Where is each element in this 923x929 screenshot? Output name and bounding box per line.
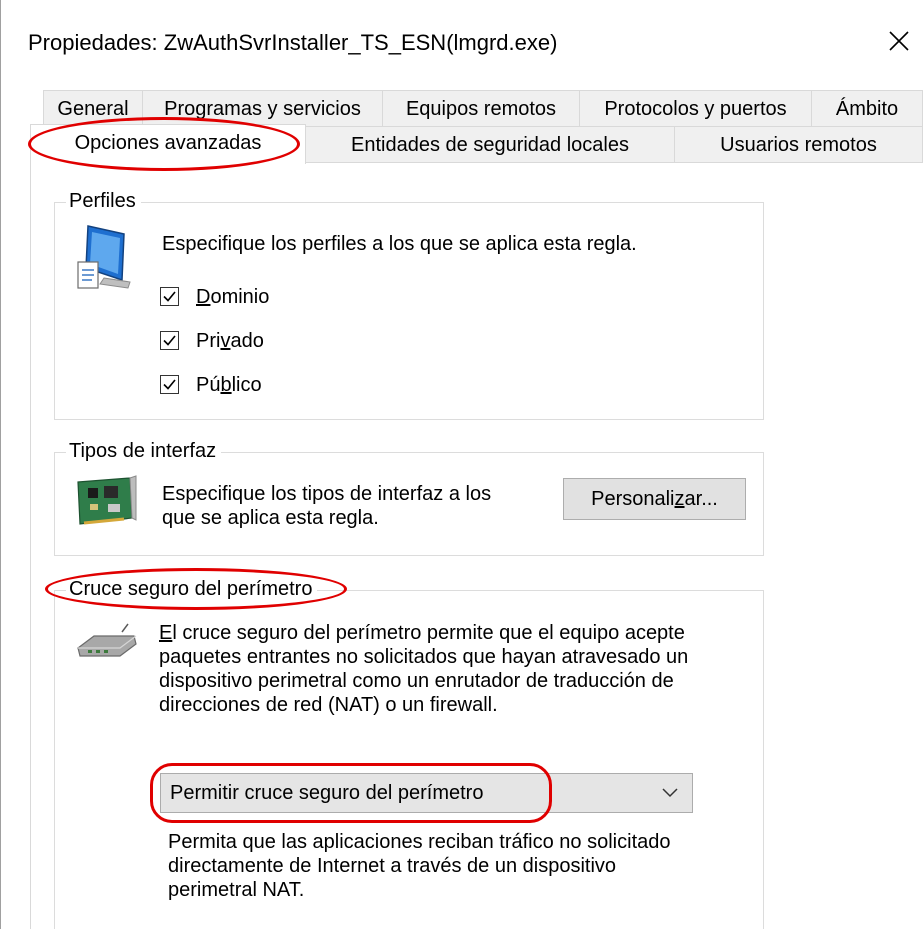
interface-description-line2: que se aplica esta regla.: [162, 507, 379, 529]
private-checkbox[interactable]: [160, 331, 179, 350]
close-button[interactable]: [880, 18, 920, 58]
edge-traversal-selected-value: Permitir cruce seguro del perímetro: [170, 782, 484, 804]
interface-description-line1: Especifique los tipos de interfaz a los: [162, 483, 492, 505]
checkmark-icon: [163, 379, 176, 390]
edge-description-line3: dispositivo perimetral como un enrutador…: [159, 670, 674, 692]
profiles-icon: [77, 225, 131, 289]
profiles-description: Especifique los perfiles a los que se ap…: [162, 233, 637, 255]
window-border: [0, 0, 1, 929]
tab-protocols-ports[interactable]: Protocolos y puertos: [579, 90, 812, 126]
tab-programs-services[interactable]: Programas y servicios: [142, 90, 383, 126]
customize-button[interactable]: Personalizar...: [563, 478, 746, 520]
tab-remote-computers[interactable]: Equipos remotos: [382, 90, 580, 126]
edge-help-line2: directamente de Internet a través de un …: [168, 855, 617, 877]
domain-checkbox[interactable]: [160, 287, 179, 306]
profiles-group-label: Perfiles: [66, 190, 141, 213]
edge-help-line3: perimetral NAT.: [168, 879, 305, 901]
tab-general[interactable]: General: [43, 90, 143, 126]
edge-description-line4: direcciones de red (NAT) o un firewall.: [159, 694, 498, 716]
edge-traversal-group-label: Cruce seguro del perímetro: [66, 578, 318, 601]
close-icon: [889, 31, 909, 51]
edge-traversal-select[interactable]: Permitir cruce seguro del perímetro: [160, 773, 693, 813]
edge-description-line1: El cruce seguro del perímetro permite qu…: [159, 622, 685, 644]
edge-device-icon: [77, 623, 137, 657]
tab-remote-users[interactable]: Usuarios remotos: [674, 126, 923, 162]
private-label[interactable]: Privado: [196, 329, 264, 353]
tab-local-principals[interactable]: Entidades de seguridad locales: [305, 126, 675, 162]
tab-scope[interactable]: Ámbito: [811, 90, 923, 126]
checkmark-icon: [163, 335, 176, 346]
public-label[interactable]: Público: [196, 373, 262, 397]
network-card-icon: [77, 475, 137, 525]
tab-advanced-options[interactable]: Opciones avanzadas: [30, 124, 306, 164]
interface-types-group-label: Tipos de interfaz: [66, 440, 222, 463]
chevron-down-icon: [662, 788, 678, 798]
properties-dialog: Propiedades: ZwAuthSvrInstaller_TS_ESN(l…: [0, 0, 923, 929]
window-title: Propiedades: ZwAuthSvrInstaller_TS_ESN(l…: [28, 30, 558, 55]
edge-help-line1: Permita que las aplicaciones reciban trá…: [168, 831, 671, 853]
edge-description-line2: paquetes entrantes no solicitados que ha…: [159, 646, 689, 668]
public-checkbox[interactable]: [160, 375, 179, 394]
checkmark-icon: [163, 291, 176, 302]
domain-label[interactable]: Dominio: [196, 285, 269, 309]
